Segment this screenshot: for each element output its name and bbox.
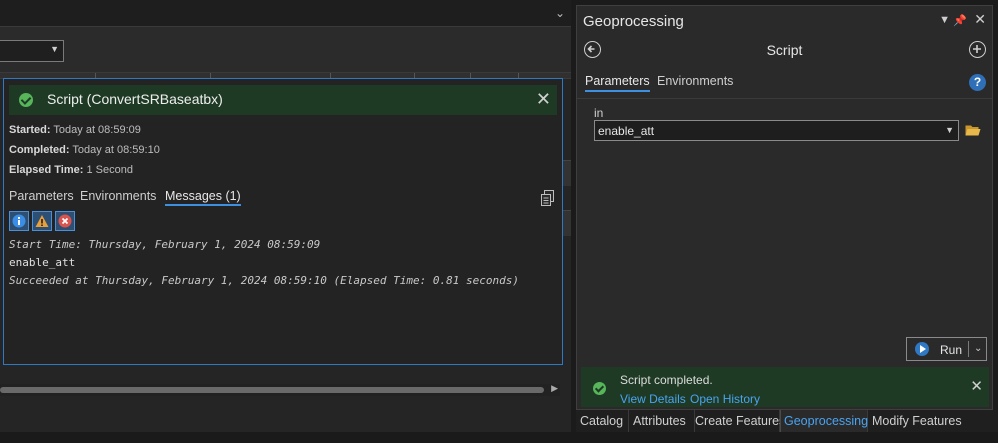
completed-value: Today at 08:59:10	[72, 144, 160, 156]
status-strip	[0, 432, 998, 443]
started-row: Started: Today at 08:59:09	[9, 124, 141, 136]
geoprocessing-pane: Geoprocessing ▼ 📌 ✕ Script Parameters En…	[576, 5, 993, 410]
error-icon[interactable]	[55, 211, 75, 231]
divider	[968, 341, 969, 357]
elapsed-label: Elapsed Time:	[9, 164, 84, 176]
copy-icon[interactable]	[541, 190, 555, 206]
param-dropdown[interactable]: enable_att ▼	[594, 120, 959, 141]
tool-name: Script	[766, 42, 803, 58]
close-icon[interactable]: ✕	[536, 88, 551, 110]
table-cell	[563, 160, 571, 186]
chevron-down-icon[interactable]: ⌄	[555, 6, 565, 20]
help-icon[interactable]: ?	[969, 74, 986, 91]
add-icon[interactable]	[969, 41, 986, 58]
tab-parameters[interactable]: Parameters	[9, 189, 74, 203]
left-toolbar	[0, 27, 571, 73]
tab-environments[interactable]: Environments	[80, 189, 156, 203]
play-icon	[915, 342, 929, 356]
run-label: Run	[940, 343, 963, 357]
job-title: Script (ConvertSRBaseatbx)	[47, 91, 223, 107]
run-button[interactable]: Run ⌄	[906, 337, 987, 361]
job-header: Script (ConvertSRBaseatbx) ✕	[9, 85, 557, 115]
view-details-link[interactable]: View Details	[620, 392, 686, 406]
tab-environments[interactable]: Environments	[657, 74, 733, 88]
job-details-card: Script (ConvertSRBaseatbx) ✕ Started: To…	[3, 78, 563, 365]
tab-geoprocessing[interactable]: Geoprocessing	[780, 410, 868, 432]
scrollbar-thumb[interactable]	[0, 387, 544, 393]
completed-label: Completed:	[9, 144, 70, 156]
tab-messages[interactable]: Messages (1)	[165, 189, 241, 206]
scroll-right-icon[interactable]: ▶	[551, 383, 558, 394]
tab-catalog[interactable]: Catalog	[576, 410, 629, 432]
pin-icon[interactable]: 📌	[953, 14, 967, 27]
message-line: enable_att	[9, 256, 76, 269]
chevron-down-icon: ▼	[50, 44, 59, 54]
started-value: Today at 08:59:09	[53, 124, 141, 136]
open-history-link[interactable]: Open History	[690, 392, 760, 406]
success-check-icon	[593, 382, 606, 395]
close-icon[interactable]: ✕	[970, 377, 983, 395]
chevron-down-icon[interactable]: ⌄	[974, 343, 982, 354]
tab-create-features[interactable]: Create Features	[695, 410, 785, 432]
chevron-down-icon: ▼	[945, 125, 954, 135]
divider	[577, 98, 992, 99]
message-line: Succeeded at Thursday, February 1, 2024 …	[9, 274, 519, 287]
warning-icon[interactable]	[32, 211, 52, 231]
success-check-icon	[19, 93, 33, 107]
param-label: in	[594, 106, 604, 120]
bottom-tab-bar: Catalog Attributes Create Features Geopr…	[576, 410, 998, 432]
pane-menu-chevron-icon[interactable]: ▼	[939, 14, 950, 26]
horizontal-scrollbar[interactable]: ▶	[0, 383, 560, 396]
elapsed-row: Elapsed Time: 1 Second	[9, 164, 133, 176]
left-title-bar: ⌄	[0, 0, 571, 27]
tab-parameters[interactable]: Parameters	[585, 74, 650, 92]
elapsed-value: 1 Second	[86, 164, 133, 176]
status-text: Script completed.	[620, 373, 713, 387]
started-label: Started:	[9, 124, 51, 136]
completed-row: Completed: Today at 08:59:10	[9, 144, 160, 156]
table-cell	[563, 210, 571, 236]
close-icon[interactable]: ✕	[974, 11, 986, 28]
tab-attributes[interactable]: Attributes	[629, 410, 695, 432]
folder-icon[interactable]	[965, 123, 981, 137]
tab-modify-features[interactable]: Modify Features	[868, 410, 996, 432]
param-value: enable_att	[598, 124, 655, 138]
message-line: Start Time: Thursday, February 1, 2024 0…	[9, 238, 321, 251]
layer-dropdown[interactable]: ▼	[0, 40, 64, 62]
pane-title: Geoprocessing	[583, 13, 684, 30]
info-icon[interactable]	[9, 211, 29, 231]
map-view-area: ⌄ ▼ Script (ConvertSRBaseatbx) ✕ Started…	[0, 0, 571, 443]
status-notification: Script completed. View Details Open Hist…	[581, 367, 989, 407]
